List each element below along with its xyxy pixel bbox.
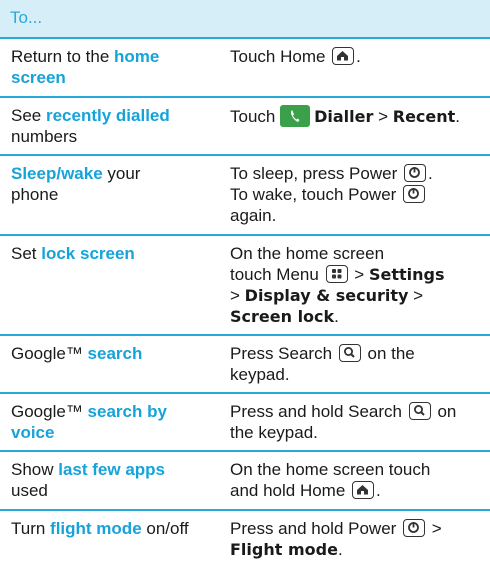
power-icon xyxy=(403,164,426,182)
divider xyxy=(0,234,490,236)
divider xyxy=(0,154,490,156)
search-icon xyxy=(408,402,431,420)
action-text: Set xyxy=(11,244,42,263)
instruction-text: . xyxy=(376,481,381,500)
instruction-text: the keypad. xyxy=(230,423,318,442)
table-header: To... xyxy=(0,0,490,37)
instruction-text: again. xyxy=(230,206,277,225)
search-icon xyxy=(338,344,361,362)
instruction-text: Touch Home xyxy=(230,47,331,66)
instruction-text: To wake, touch Power xyxy=(230,185,402,204)
row-action: Show last few apps used xyxy=(11,459,191,501)
instruction-text: Touch xyxy=(230,107,281,126)
action-text: Show xyxy=(11,460,59,479)
instruction-text: On the home screen touch xyxy=(230,460,431,479)
instruction-bold: Display & security xyxy=(244,286,409,305)
row-instruction: On the home screen touch and hold Home . xyxy=(230,459,485,501)
instruction-text: keypad. xyxy=(230,365,290,384)
divider xyxy=(0,450,490,452)
instruction-bold: Flight mode xyxy=(230,540,338,559)
phone-icon xyxy=(280,105,311,127)
action-keyword: Sleep/wake xyxy=(11,164,103,183)
quick-start-table: To... Return to the home screen Touch Ho… xyxy=(0,0,490,579)
divider xyxy=(0,37,490,39)
instruction-bold: Screen lock xyxy=(230,307,335,326)
action-text: used xyxy=(11,481,48,500)
home-icon xyxy=(352,481,375,499)
instruction-bold: Settings xyxy=(368,265,445,284)
instruction-text: > xyxy=(373,107,393,126)
instruction-text: Press and hold Search xyxy=(230,402,407,421)
instruction-text: on xyxy=(432,402,457,421)
instruction-text: . xyxy=(337,540,343,559)
row-action: Google™ search xyxy=(11,343,191,364)
instruction-text: > xyxy=(230,286,245,305)
instruction-text: and hold Home xyxy=(230,481,351,500)
action-keyword: recently dialled xyxy=(45,106,170,125)
instruction-bold: Dialler xyxy=(314,107,374,126)
divider xyxy=(0,509,490,511)
row-action: Turn flight mode on/off xyxy=(11,518,191,539)
row-instruction: Press Search on the keypad. xyxy=(230,343,485,385)
instruction-text: . xyxy=(427,164,433,183)
action-keyword: flight mode xyxy=(50,519,142,538)
instruction-text: > xyxy=(349,265,369,284)
home-icon xyxy=(332,47,355,65)
action-text: Return to the xyxy=(11,47,115,66)
action-keyword: search xyxy=(87,344,143,363)
instruction-text: > xyxy=(427,519,442,538)
action-text: Turn xyxy=(11,519,51,538)
instruction-text: . xyxy=(455,107,461,126)
action-text: Google™ xyxy=(11,402,88,421)
instruction-text: To sleep, press Power xyxy=(230,164,402,183)
row-instruction: To sleep, press Power . To wake, touch P… xyxy=(230,163,485,226)
menu-icon xyxy=(325,265,348,283)
instruction-text: touch Menu xyxy=(230,265,324,284)
action-text: on/off xyxy=(141,519,189,538)
row-action: See recently dialled numbers xyxy=(11,105,191,147)
instruction-text: . xyxy=(334,307,339,326)
divider xyxy=(0,334,490,336)
action-text: See xyxy=(11,106,46,125)
header-label: To... xyxy=(10,8,43,27)
action-keyword: last few apps xyxy=(58,460,166,479)
instruction-bold: Recent xyxy=(392,107,456,126)
action-text: Google™ xyxy=(11,344,88,363)
instruction-text: Press Search xyxy=(230,344,337,363)
row-instruction: Press and hold Search on the keypad. xyxy=(230,401,485,443)
instruction-text: . xyxy=(356,47,361,66)
row-instruction: Touch Dialler > Recent. xyxy=(230,105,485,127)
instruction-text: On the home screen xyxy=(230,244,385,263)
row-action: Google™ search by voice xyxy=(11,401,191,443)
divider xyxy=(0,392,490,394)
instruction-text: on the xyxy=(362,344,415,363)
divider xyxy=(0,96,490,98)
row-instruction: On the home screen touch Menu > Settings… xyxy=(230,243,485,327)
row-action: Return to the home screen xyxy=(11,46,191,88)
power-icon xyxy=(403,185,426,203)
instruction-text: Press and hold Power xyxy=(230,519,402,538)
action-keyword: lock screen xyxy=(41,244,135,263)
row-instruction: Touch Home . xyxy=(230,46,485,67)
instruction-text: > xyxy=(408,286,424,305)
row-action: Set lock screen xyxy=(11,243,191,264)
row-instruction: Press and hold Power > Flight mode. xyxy=(230,518,485,560)
row-action: Sleep/wake your phone xyxy=(11,163,191,205)
power-icon xyxy=(403,519,426,537)
action-text: numbers xyxy=(11,127,78,146)
